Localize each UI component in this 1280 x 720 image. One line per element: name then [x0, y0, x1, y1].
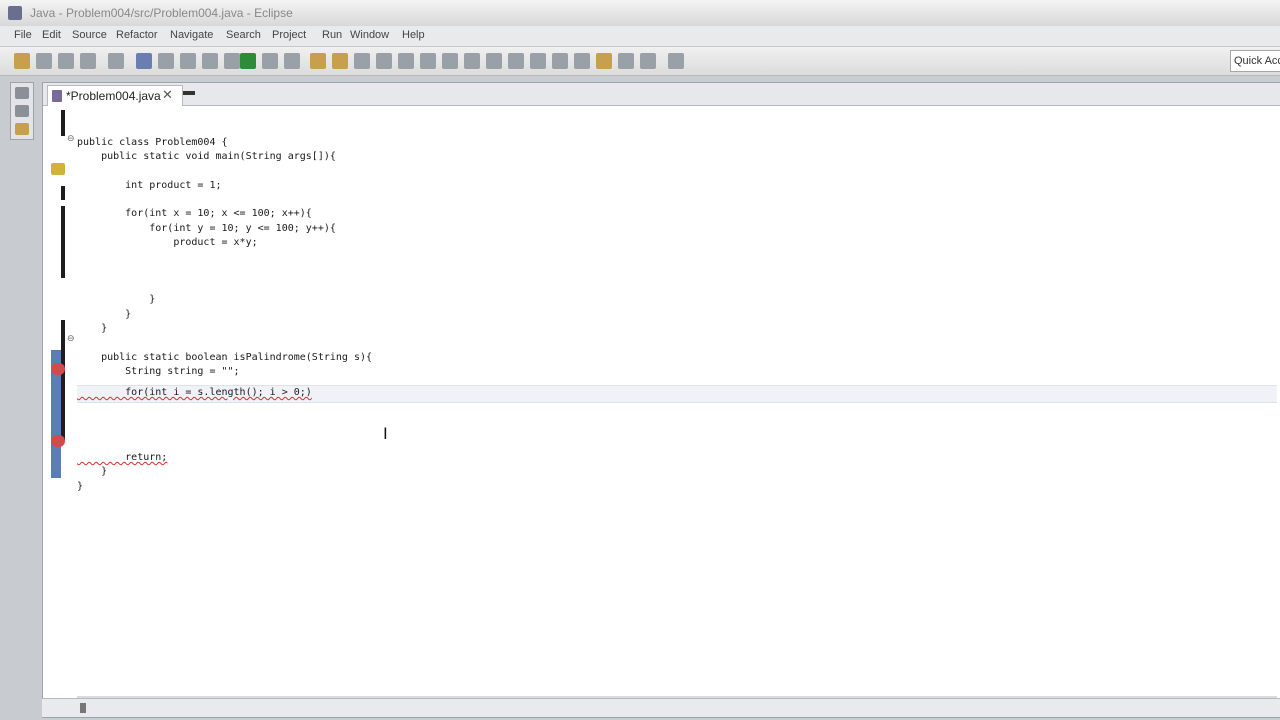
change-bar [61, 320, 65, 440]
java-perspective-icon[interactable] [668, 53, 684, 69]
package-explorer-icon[interactable] [15, 105, 29, 117]
menu-help[interactable]: Help [402, 29, 425, 41]
forward-icon[interactable] [552, 53, 568, 69]
coverage-dropdown-icon[interactable] [202, 53, 218, 69]
eclipse-icon [8, 6, 22, 20]
menu-navigate[interactable]: Navigate [170, 29, 213, 41]
open-perspective-icon[interactable] [618, 53, 634, 69]
perspective-icon[interactable] [640, 53, 656, 69]
window-title: Java - Problem004/src/Problem004.java - … [30, 6, 293, 20]
change-bar [61, 110, 65, 136]
menu-run[interactable]: Run [322, 29, 342, 41]
open-type-icon[interactable] [376, 53, 392, 69]
menu-project[interactable]: Project [272, 29, 306, 41]
menu-edit[interactable]: Edit [42, 29, 61, 41]
java-editor: *Problem004.java ✕ ⊖ ⊖ public class Prob… [42, 82, 1280, 718]
code-line: } [77, 481, 84, 492]
code-line: String string = ""; [77, 366, 240, 377]
new-icon[interactable] [14, 53, 30, 69]
status-bar [42, 698, 1280, 717]
code-line: public static boolean isPalindrome(Strin… [77, 352, 373, 363]
back-dropdown-icon[interactable] [530, 53, 546, 69]
run-icon[interactable] [240, 53, 256, 69]
menu-source[interactable]: Source [72, 29, 107, 41]
code-line: public class Problem004 { [77, 137, 228, 148]
last-edit-icon[interactable] [486, 53, 502, 69]
code-line: } [77, 323, 108, 334]
save-icon[interactable] [36, 53, 52, 69]
search-icon[interactable] [398, 53, 414, 69]
outline-icon[interactable] [15, 123, 29, 135]
skip-breakpoints-icon[interactable] [108, 53, 124, 69]
code-line: int product = 1; [77, 180, 222, 191]
quick-access-field[interactable]: Quick Access [1230, 50, 1280, 72]
new-class-icon[interactable] [354, 53, 370, 69]
new-java-project-icon[interactable] [310, 53, 326, 69]
next-annotation-icon[interactable] [442, 53, 458, 69]
editor-gutter: ⊖ ⊖ [43, 106, 75, 701]
java-file-icon [52, 90, 62, 102]
save-all-icon[interactable] [58, 53, 74, 69]
code-line: } [77, 466, 108, 477]
main-toolbar [0, 47, 1280, 76]
error-marker-icon[interactable] [51, 435, 65, 447]
code-line: for(int y = 10; y <= 100; y++){ [77, 223, 336, 234]
code-line: return; [77, 452, 168, 463]
code-text-area[interactable]: public class Problem004 { public static … [77, 106, 1277, 701]
editor-tab-strip: *Problem004.java ✕ [43, 83, 1280, 106]
run-history-icon[interactable] [224, 53, 240, 69]
tab-problem004[interactable]: *Problem004.java ✕ [47, 85, 183, 106]
code-line: product = x*y; [77, 237, 258, 248]
external-tools-icon[interactable] [284, 53, 300, 69]
debug-icon[interactable] [136, 53, 152, 69]
code-line: public static void main(String args[]){ [77, 151, 336, 162]
status-trim-icon[interactable] [80, 703, 86, 713]
menu-bar: File Edit Source Refactor Navigate Searc… [0, 26, 1280, 47]
fold-icon[interactable]: ⊖ [67, 334, 75, 344]
menu-search[interactable]: Search [226, 29, 261, 41]
menu-file[interactable]: File [14, 29, 32, 41]
back-icon[interactable] [508, 53, 524, 69]
run-dropdown-icon[interactable] [262, 53, 278, 69]
tab-label: *Problem004.java [66, 89, 161, 103]
coverage-icon[interactable] [180, 53, 196, 69]
code-line: } [77, 309, 132, 320]
error-marker-icon[interactable] [51, 363, 65, 375]
change-bar [61, 206, 65, 278]
new-package-icon[interactable] [332, 53, 348, 69]
minimize-icon[interactable] [183, 91, 195, 95]
code-line: } [77, 294, 156, 305]
warning-marker-icon[interactable] [51, 163, 65, 175]
fold-icon[interactable]: ⊖ [67, 134, 75, 144]
debug-dropdown-icon[interactable] [158, 53, 174, 69]
code-line-current: for(int i = s.length(); i > 0;) [77, 387, 312, 398]
change-bar [61, 186, 65, 200]
text-cursor-icon: I [383, 424, 388, 443]
menu-refactor[interactable]: Refactor [116, 29, 158, 41]
close-icon[interactable]: ✕ [162, 87, 173, 103]
menu-window[interactable]: Window [350, 29, 389, 41]
code-line: for(int x = 10; x <= 100; x++){ [77, 208, 312, 219]
restore-icon[interactable] [15, 87, 29, 99]
pin-editor-icon[interactable] [596, 53, 612, 69]
toggle-mark-icon[interactable] [420, 53, 436, 69]
minimized-views-panel [10, 82, 34, 140]
print-icon[interactable] [80, 53, 96, 69]
forward-dropdown-icon[interactable] [574, 53, 590, 69]
previous-annotation-icon[interactable] [464, 53, 480, 69]
left-trim [0, 76, 42, 720]
window-title-bar: Java - Problem004/src/Problem004.java - … [0, 0, 1280, 27]
